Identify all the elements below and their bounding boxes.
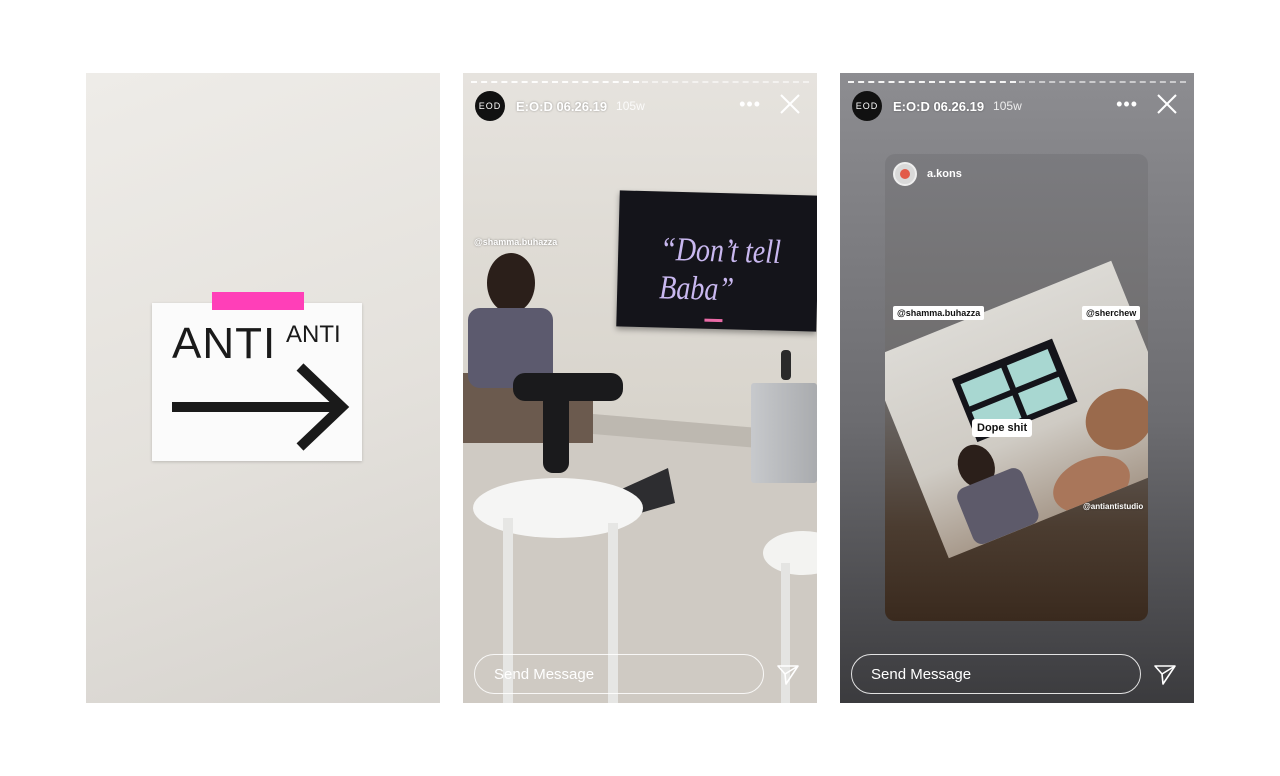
- mac-pro-computer: [751, 383, 817, 483]
- story-frame-repost: EOD E:O:D 06.26.19 105w ••• a.kons @sham…: [840, 73, 1194, 703]
- story-progress-bar: [848, 81, 1186, 83]
- more-options-icon[interactable]: •••: [739, 94, 761, 115]
- sign-text-large: ANTI: [172, 319, 277, 368]
- anti-anti-sign: ANTI ANTI: [152, 292, 362, 461]
- story-age: 105w: [993, 99, 1022, 113]
- send-message-input[interactable]: Send Message: [851, 654, 1141, 694]
- close-icon[interactable]: [1156, 93, 1178, 115]
- send-message-input[interactable]: Send Message: [474, 654, 764, 694]
- close-icon[interactable]: [779, 93, 801, 115]
- story-header: EOD E:O:D 06.26.19 105w •••: [475, 90, 809, 122]
- account-avatar[interactable]: EOD: [852, 91, 882, 121]
- account-avatar[interactable]: EOD: [475, 91, 505, 121]
- story-progress-bar: [471, 81, 809, 83]
- mention-tag[interactable]: @sherchew: [1082, 306, 1141, 320]
- reposted-story-card[interactable]: a.kons @shamma.buhazza @sherchew Dope sh…: [885, 154, 1148, 621]
- pink-tape: [212, 292, 304, 310]
- story-age: 105w: [616, 99, 645, 113]
- account-name[interactable]: E:O:D 06.26.19: [516, 99, 607, 114]
- send-icon[interactable]: [1153, 662, 1177, 686]
- tv-text: “Don’t tell Baba”: [658, 231, 782, 309]
- sign-text-small: ANTI: [286, 321, 341, 348]
- send-icon[interactable]: [776, 662, 800, 686]
- repost-username[interactable]: a.kons: [927, 168, 962, 180]
- progress-segment: [471, 81, 639, 83]
- more-options-icon[interactable]: •••: [1116, 94, 1138, 115]
- progress-segment: [641, 81, 809, 83]
- text-sticker: Dope shit: [972, 419, 1033, 437]
- story-frame-room: “Don’t tell Baba” @shamma.buhazza EOD E:…: [463, 73, 817, 703]
- microphone: [781, 350, 791, 380]
- story-frame-sign: ANTI ANTI: [86, 73, 440, 703]
- repost-header: a.kons: [893, 162, 962, 186]
- mention-tag[interactable]: @shamma.buhazza: [474, 237, 557, 247]
- progress-segment: [1018, 81, 1186, 83]
- repost-avatar[interactable]: [893, 162, 917, 186]
- mention-tag[interactable]: @shamma.buhazza: [893, 306, 985, 320]
- progress-segment: [848, 81, 1016, 83]
- account-name[interactable]: E:O:D 06.26.19: [893, 99, 984, 114]
- tv-screen: “Don’t tell Baba”: [616, 190, 817, 332]
- story-header: EOD E:O:D 06.26.19 105w •••: [852, 90, 1186, 122]
- tv-led: [704, 318, 723, 323]
- studio-mention[interactable]: @antiantistudio: [1083, 502, 1143, 511]
- arrow-right-icon: [172, 363, 350, 451]
